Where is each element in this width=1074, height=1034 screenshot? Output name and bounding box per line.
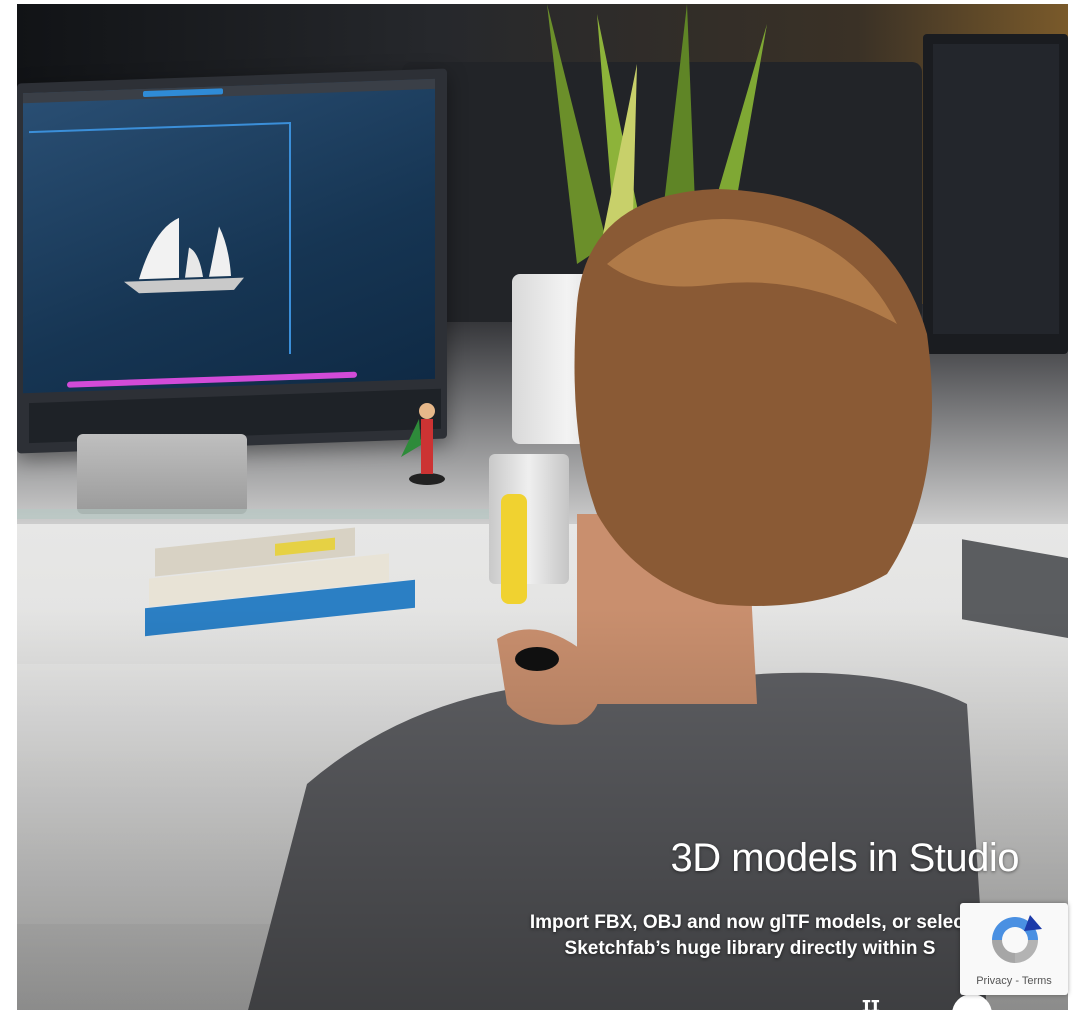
slide-description-line1: Import FBX, OBJ and now glTF models, or … <box>529 912 971 933</box>
privacy-link[interactable]: Privacy <box>976 975 1012 987</box>
carousel-dot-button[interactable] <box>952 994 992 1034</box>
recaptcha-icon <box>992 915 1042 963</box>
ship-model <box>124 217 244 294</box>
pause-icon[interactable]: ɪɪ <box>862 992 880 1018</box>
slide-description: Import FBX, OBJ and now glTF models, or … <box>470 910 1030 962</box>
slide-description-line2: Sketchfab’s huge library directly within… <box>564 938 936 959</box>
link-separator: - <box>1012 975 1022 987</box>
monitor-stand <box>77 434 247 514</box>
recaptcha-badge[interactable]: Privacy - Terms <box>960 903 1068 995</box>
terms-link[interactable]: Terms <box>1022 975 1052 987</box>
slide-title: 3D models in Studio <box>670 836 1020 880</box>
recaptcha-links: Privacy - Terms <box>960 975 1068 987</box>
person-at-desk <box>248 189 987 1010</box>
